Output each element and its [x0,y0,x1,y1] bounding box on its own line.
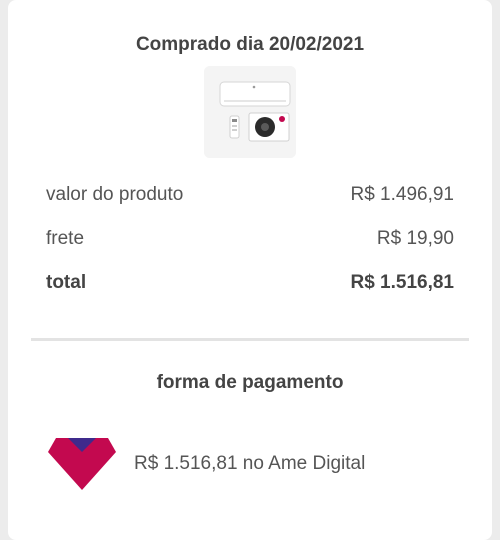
payment-method-text: R$ 1.516,81 no Ame Digital [134,453,366,474]
summary-row-label: frete [46,228,85,249]
summary-row-value: R$ 1.496,91 [350,184,454,205]
payment-method-row: R$ 1.516,81 no Ame Digital [46,436,365,492]
ame-digital-logo-icon [48,438,116,490]
purchase-date-title: Comprado dia 20/02/2021 [135,34,365,55]
summary-row-label: valor do produto [46,184,184,205]
summary-row-label: total [46,272,87,293]
summary-row-product-value: valor do produto R$ 1.496,91 [46,184,454,206]
order-summary-card: Comprado dia 20/02/2021 valor do produto… [8,0,492,540]
summary-row-value: R$ 1.516,81 [350,272,454,293]
product-thumbnail[interactable] [204,66,296,158]
payment-section-title: forma de pagamento [156,372,344,393]
summary-row-shipping: frete R$ 19,90 [46,228,454,250]
summary-row-value: R$ 19,90 [376,228,454,249]
summary-row-total: total R$ 1.516,81 [46,272,454,294]
air-conditioner-image-icon [204,66,296,158]
section-divider [31,338,469,341]
